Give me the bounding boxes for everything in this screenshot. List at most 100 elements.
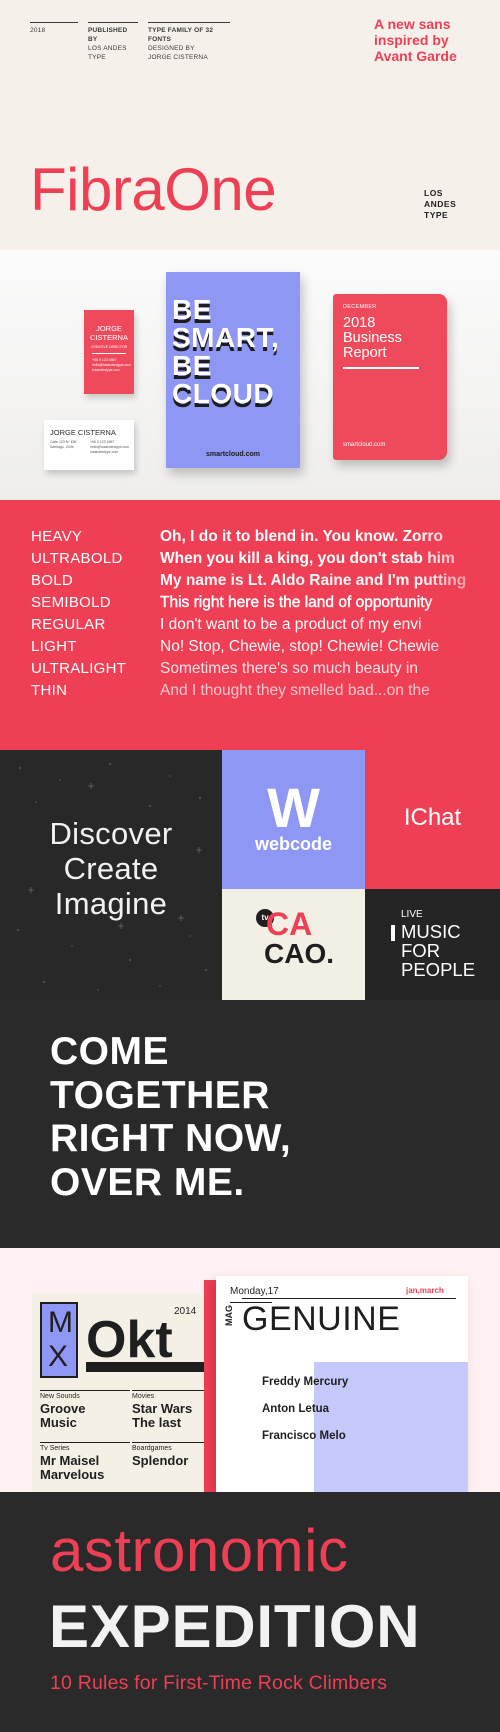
contributor-name: Freddy Mercury <box>262 1376 349 1388</box>
page-title: FibraOne <box>30 156 277 223</box>
weight-row-ultrabold: ULTRABOLD When you kill a king, you don'… <box>0 550 500 572</box>
expedition-word: EXPEDITION <box>49 1593 421 1660</box>
magazine-cell: Tv Series Mr Maisel Marvelous <box>40 1442 130 1481</box>
poster-line: BE <box>172 350 212 381</box>
magazine-title: GENUINE <box>242 1300 401 1338</box>
tagline: A new sans inspired by Avant Garde <box>374 16 457 64</box>
title-rule <box>242 1298 456 1299</box>
cacao-line: CA <box>266 906 313 942</box>
meta-year: 2018 <box>30 22 78 35</box>
foundry-line: LOS <box>424 188 443 198</box>
weight-sample: Sometimes there's so much beauty in <box>160 660 418 677</box>
cell-value: Music <box>40 1414 77 1430</box>
year-text: 2018 <box>30 27 46 34</box>
report-title-line: Business <box>343 330 402 346</box>
webcode-logo-tile: W webcode <box>222 750 365 889</box>
headline-line: RIGHT NOW, <box>50 1117 292 1160</box>
mx-letter: M <box>48 1306 73 1339</box>
report-footer: smartcloud.com <box>343 442 386 448</box>
discover-line: Imagine <box>54 886 168 921</box>
discover-text: Discover Create Imagine <box>0 816 222 921</box>
weight-sample: When you kill a king, you don't stab him <box>160 550 455 567</box>
weight-row-semibold: SEMIBOLD This right here is the land of … <box>0 594 500 616</box>
weight-name: SEMIBOLD <box>31 594 111 611</box>
weight-name: THIN <box>31 682 68 699</box>
cell-label: New Sounds <box>40 1390 130 1400</box>
designed-label: DESIGNED BY <box>148 45 195 52</box>
astronomic-word: astronomic <box>50 1517 349 1584</box>
music-logo-tile: LIVE MUSIC FOR PEOPLE <box>365 889 500 1000</box>
weight-name: HEAVY <box>31 528 83 545</box>
card-divider <box>92 353 126 354</box>
card-name: JORGE CISTERNA <box>50 428 116 437</box>
music-line: PEOPLE <box>401 959 476 980</box>
headline-line: COME <box>50 1030 169 1073</box>
designer-name: JORGE CISTERNA <box>148 54 208 61</box>
weights-section: HEAVY Oh, I do it to blend in. You know.… <box>0 500 500 750</box>
meta-publisher: PUBLISHED BY LOS ANDES TYPE <box>88 22 138 62</box>
weight-row-bold: BOLD My name is Lt. Aldo Raine and I'm p… <box>0 572 500 594</box>
cacao-logo-tile: tv CA CAO. <box>222 889 365 1000</box>
card-contact: losandestype.com <box>90 450 119 454</box>
magazine-left-page: M X Okt 2014 New Sounds Groove Music Mov… <box>32 1294 222 1492</box>
come-together-section: COME TOGETHER RIGHT NOW, OVER ME. <box>0 1000 500 1248</box>
music-line: MUSIC <box>401 921 461 942</box>
report-month: DECEMBER <box>343 304 377 310</box>
weight-sample: I don't want to be a product of my envi <box>160 616 422 633</box>
card-contacts: +56 9 123 4567 hello@losandestype.com lo… <box>90 440 130 455</box>
cell-value: Mr Maisel <box>40 1453 100 1468</box>
subtitle: 10 Rules for First-Time Rock Climbers <box>50 1672 388 1694</box>
magazine-cell: New Sounds Groove Music <box>40 1390 130 1429</box>
music-text: MUSIC FOR PEOPLE <box>401 922 475 979</box>
poster-line: BE <box>172 294 212 325</box>
okt-title: Okt <box>86 1311 173 1369</box>
magazine-year: 2014 <box>174 1306 197 1317</box>
foundry-label: LOS ANDES TYPE <box>424 188 464 221</box>
business-card-white: JORGE CISTERNA Calle 123 Nº 456 Santiago… <box>44 420 134 470</box>
discover-section: Discover Create Imagine W webcode IChat … <box>0 750 500 1000</box>
headline-line: OVER ME. <box>50 1160 245 1204</box>
headline-line: TOGETHER <box>50 1073 270 1117</box>
weight-sample: No! Stop, Chewie, stop! Chewie! Chewie <box>160 638 440 655</box>
cell-value: Marvelous <box>40 1466 105 1482</box>
weight-sample: And I thought they smelled bad...on the <box>160 682 430 699</box>
discover-line: Create <box>63 851 159 886</box>
weight-sample: Oh, I do it to blend in. You know. Zorro <box>160 528 443 545</box>
music-live: LIVE <box>401 909 423 920</box>
headline-text: COME TOGETHER RIGHT NOW, OVER ME. <box>50 1030 291 1204</box>
card-name-line: CISTERNA <box>90 333 128 342</box>
cell-value: Groove <box>40 1401 86 1416</box>
webcode-mark: W <box>267 776 320 839</box>
poster-footer: smartcloud.com <box>205 451 261 458</box>
published-value: LOS ANDES TYPE <box>88 45 127 61</box>
header-section: 2018 PUBLISHED BY LOS ANDES TYPE TYPE FA… <box>0 0 500 250</box>
smartcloud-poster: BE SMART, BE CLOUD smartcloud.com <box>166 272 300 468</box>
magazine-issue: jan,march <box>406 1286 444 1295</box>
weight-name: ULTRALIGHT <box>31 660 127 677</box>
magazine-right-page: Monday,17 jan,march MAG GENUINE Freddy M… <box>216 1276 468 1492</box>
music-bar <box>391 925 395 941</box>
ichat-logo-tile: IChat <box>365 750 500 889</box>
card-address: Calle 123 Nº 456 Santiago, Chile <box>50 440 90 450</box>
weight-row-thin: THIN And I thought they smelled bad...on… <box>0 682 500 704</box>
weight-name: BOLD <box>31 572 74 589</box>
weight-name: REGULAR <box>31 616 106 633</box>
address-line: Santiago, Chile <box>50 445 74 449</box>
music-line: FOR <box>401 940 441 961</box>
report-divider <box>343 367 419 369</box>
business-report-book: DECEMBER 2018 Business Report smartcloud… <box>333 294 447 460</box>
ichat-label: IChat <box>403 804 462 831</box>
poster-line: SMART, <box>172 322 280 353</box>
family-label: TYPE FAMILY OF 32 FONTS <box>148 27 214 43</box>
card-role: CREATIVE DIRECTOR <box>90 345 128 349</box>
weight-row-ultralight: ULTRALIGHT Sometimes there's so much bea… <box>0 660 500 682</box>
weight-row-regular: REGULAR I don't want to be a product of … <box>0 616 500 638</box>
mockup-section: JORGE CISTERNA CREATIVE DIRECTOR +56 9 1… <box>0 250 500 500</box>
weight-sample: This right here is the land of opportuni… <box>160 594 433 611</box>
weight-row-light: LIGHT No! Stop, Chewie, stop! Chewie! Ch… <box>0 638 500 660</box>
weight-name: LIGHT <box>31 638 77 655</box>
cacao-line: CAO. <box>264 938 334 969</box>
contributor-name: Anton Letua <box>262 1403 330 1415</box>
okt-rule <box>86 1362 210 1372</box>
webcode-label: webcode <box>254 834 333 854</box>
